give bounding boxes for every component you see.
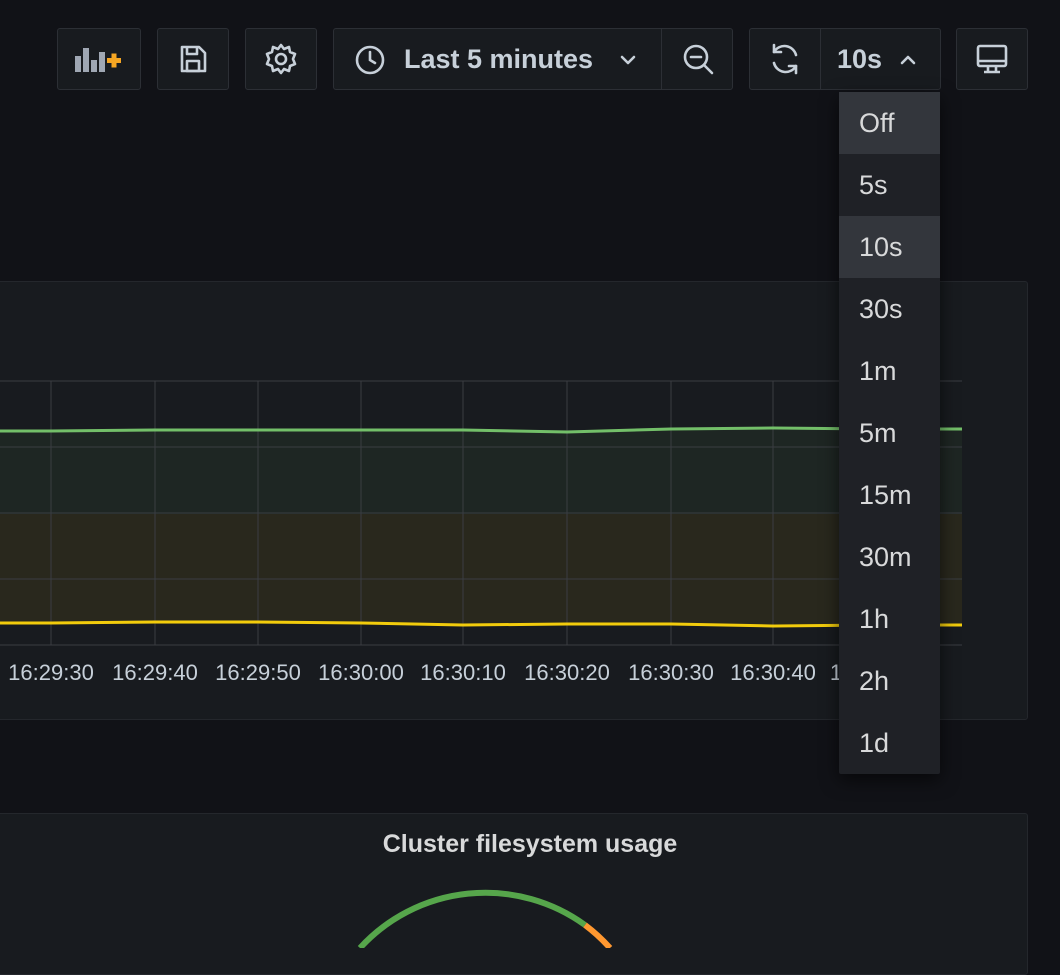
save-icon <box>177 43 209 75</box>
x-tick-label: 16:30:00 <box>318 660 404 685</box>
add-panel-button[interactable] <box>57 28 141 90</box>
clock-icon <box>354 44 386 76</box>
x-tick-label: 16:29:50 <box>215 660 301 685</box>
chevron-down-icon <box>619 51 637 69</box>
zoom-out-button[interactable] <box>662 29 733 89</box>
refresh-option-15m[interactable]: 15m <box>839 464 940 526</box>
x-tick-label: 16:29:40 <box>112 660 198 685</box>
refresh-option-1h[interactable]: 1h <box>839 588 940 650</box>
refresh-interval-label: 10s <box>837 43 883 74</box>
x-tick-label: 16:30:30 <box>628 660 714 685</box>
refresh-interval-picker[interactable]: 10s <box>821 29 941 89</box>
x-tick-label: 16:30:20 <box>524 660 610 685</box>
x-tick-label: 16:30:10 <box>420 660 506 685</box>
gear-icon <box>264 42 298 76</box>
add-panel-icon <box>74 44 124 74</box>
refresh-option-1d[interactable]: 1d <box>839 712 940 774</box>
time-range-group: Last 5 minutes <box>333 28 733 90</box>
refresh-icon <box>767 41 803 77</box>
time-range-picker[interactable]: Last 5 minutes <box>334 29 661 89</box>
refresh-button[interactable] <box>750 29 820 89</box>
tv-mode-icon <box>975 42 1009 76</box>
refresh-option-10s[interactable]: 10s <box>839 216 940 278</box>
x-tick-label: 16:29:30 <box>8 660 94 685</box>
zoom-out-icon <box>681 42 715 76</box>
dashboard-settings-button[interactable] <box>245 28 317 90</box>
refresh-option-30m[interactable]: 30m <box>839 526 940 588</box>
x-tick-label: 16:30:40 <box>730 660 816 685</box>
refresh-option-5m[interactable]: 5m <box>839 402 940 464</box>
refresh-interval-menu: Off 5s 10s 30s 1m 5m 15m 30m 1h 2h 1d <box>839 92 940 774</box>
refresh-option-off[interactable]: Off <box>839 92 940 154</box>
filesystem-panel-title: Cluster filesystem usage <box>382 830 678 858</box>
save-dashboard-button[interactable] <box>157 28 229 90</box>
refresh-option-1m[interactable]: 1m <box>839 340 940 402</box>
refresh-option-2h[interactable]: 2h <box>839 650 940 712</box>
time-range-label: Last 5 minutes <box>404 43 594 74</box>
refresh-option-5s[interactable]: 5s <box>839 154 940 216</box>
refresh-group: 10s <box>749 28 941 90</box>
refresh-option-30s[interactable]: 30s <box>839 278 940 340</box>
chevron-up-icon <box>899 51 917 69</box>
tv-mode-button[interactable] <box>956 28 1028 90</box>
